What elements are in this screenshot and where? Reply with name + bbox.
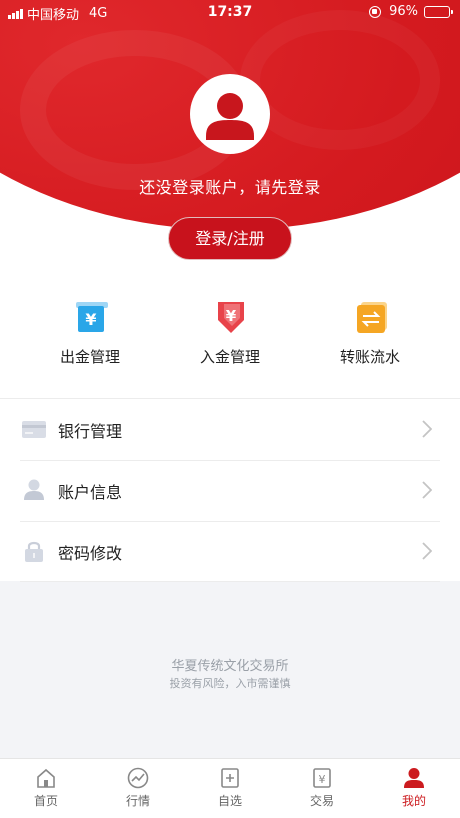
tab-watchlist[interactable]: 自选	[184, 759, 276, 818]
header-decoration	[240, 10, 440, 150]
action-label: 入金管理	[199, 348, 260, 366]
svg-text:¥: ¥	[226, 307, 237, 325]
divider	[20, 581, 440, 582]
menu-label: 密码修改	[58, 544, 123, 563]
home-icon	[35, 767, 57, 789]
tab-home[interactable]: 首页	[0, 759, 92, 818]
company-name: 华夏传统文化交易所	[171, 659, 289, 674]
user-icon	[22, 479, 46, 501]
action-label: 出金管理	[59, 348, 120, 366]
svg-text:¥: ¥	[85, 310, 96, 329]
action-withdraw[interactable]: ¥ 出金管理	[20, 300, 160, 367]
menu-label: 银行管理	[58, 422, 123, 441]
watchlist-icon	[219, 767, 241, 789]
chevron-right-icon	[422, 420, 433, 438]
transfer-icon	[350, 300, 390, 336]
tab-label: 行情	[125, 794, 150, 808]
action-label: 转账流水	[339, 348, 400, 366]
status-bar: 中国移动 4G 17:37 96%	[0, 0, 460, 24]
risk-warning: 投资有风险，入市需谨慎	[169, 677, 291, 690]
tab-trade[interactable]: ¥ 交易	[276, 759, 368, 818]
tab-label: 交易	[309, 794, 334, 808]
tab-bar: 首页 行情 自选 ¥ 交易 我的	[0, 758, 460, 818]
tab-market[interactable]: 行情	[92, 759, 184, 818]
chevron-right-icon	[422, 542, 433, 560]
svg-text:¥: ¥	[319, 773, 326, 786]
avatar-user-icon	[206, 93, 254, 140]
login-register-button[interactable]: 登录/注册	[168, 217, 292, 260]
tab-label: 自选	[217, 794, 242, 808]
profile-icon	[403, 767, 425, 789]
tab-label: 我的	[401, 794, 426, 808]
settings-menu: 银行管理 账户信息 密码修改	[0, 398, 460, 582]
menu-item-bank[interactable]: 银行管理	[0, 399, 460, 460]
action-deposit[interactable]: ¥ 入金管理	[160, 300, 300, 367]
market-icon	[127, 767, 149, 789]
bank-card-icon	[22, 418, 46, 440]
withdraw-icon: ¥	[70, 300, 110, 336]
avatar[interactable]	[190, 74, 270, 154]
action-transfer-records[interactable]: 转账流水	[300, 300, 440, 367]
profile-header: 中国移动 4G 17:37 96% 还没登录账户，请先登录 登录/注册	[0, 0, 460, 262]
trade-icon: ¥	[311, 767, 333, 789]
battery-percent: 96%	[389, 4, 418, 19]
deposit-icon: ¥	[210, 300, 250, 336]
quick-actions: ¥ 出金管理 ¥ 入金管理 转账流水	[0, 262, 460, 398]
tab-profile[interactable]: 我的	[368, 759, 460, 818]
orientation-lock-icon	[369, 5, 382, 18]
menu-item-account[interactable]: 账户信息	[0, 460, 460, 521]
footer-disclaimer: 华夏传统文化交易所 投资有风险，入市需谨慎	[0, 655, 460, 691]
menu-label: 账户信息	[58, 483, 123, 502]
chevron-right-icon	[422, 481, 433, 499]
menu-item-password[interactable]: 密码修改	[0, 521, 460, 582]
login-prompt: 还没登录账户，请先登录	[139, 178, 321, 197]
lock-icon	[22, 540, 46, 562]
battery-icon	[424, 5, 453, 18]
tab-label: 首页	[33, 794, 58, 808]
